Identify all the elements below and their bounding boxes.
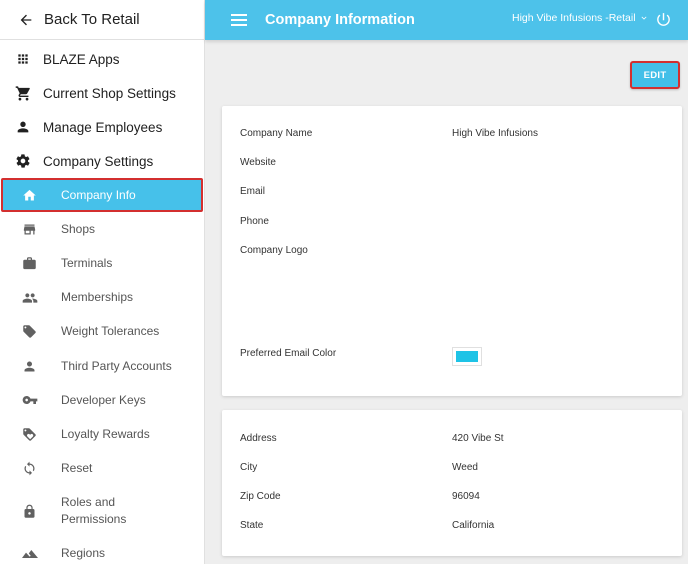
sidebar-item-label: Weight Tolerances (61, 324, 160, 339)
email-color-swatch[interactable] (452, 347, 482, 366)
sidebar-item-company-info[interactable]: Company Info (1, 178, 203, 213)
zip-code-value: 96094 (452, 491, 480, 502)
sidebar-item-label: Roles and Permissions (61, 495, 127, 527)
shop-selector[interactable]: High Vibe Infusions -Retail (512, 12, 649, 24)
sidebar-item-third-party-accounts[interactable]: Third Party Accounts (0, 349, 204, 383)
sidebar-item-blaze-apps[interactable]: BLAZE Apps (0, 42, 204, 76)
sidebar-item-developer-keys[interactable]: Developer Keys (0, 383, 204, 417)
sidebar-item-label: Memberships (61, 290, 134, 305)
shop-selector-label: High Vibe Infusions -Retail (512, 12, 636, 24)
sidebar-item-label: Shops (61, 221, 96, 236)
state-label: State (240, 520, 264, 531)
company-info-card: Company Name High Vibe Infusions Website… (222, 106, 682, 396)
home-icon (21, 187, 38, 204)
sidebar-item-regions[interactable]: Regions (0, 537, 204, 564)
loyalty-tag-icon (21, 426, 38, 443)
sidebar-item-weight-tolerances[interactable]: Weight Tolerances (0, 315, 204, 349)
sidebar-item-label: Regions (61, 546, 106, 561)
sidebar-item-current-shop-settings[interactable]: Current Shop Settings (0, 76, 204, 110)
sidebar-item-label: Third Party Accounts (61, 358, 172, 373)
email-color-fill (456, 351, 478, 362)
sidebar-item-terminals[interactable]: Terminals (0, 246, 204, 280)
company-name-value: High Vibe Infusions (452, 128, 538, 139)
sidebar-item-manage-employees[interactable]: Manage Employees (0, 110, 204, 144)
hamburger-menu-icon[interactable] (231, 14, 247, 26)
email-label: Email (240, 186, 266, 197)
person-icon (21, 358, 38, 375)
state-value: California (452, 520, 495, 531)
people-icon (21, 289, 38, 306)
page-title: Company Information (265, 12, 415, 28)
store-icon (21, 221, 38, 238)
sidebar-item-label: Reset (61, 461, 93, 476)
sidebar-item-label: Terminals (61, 255, 113, 270)
zip-code-label: Zip Code (240, 491, 281, 502)
lock-icon (21, 503, 38, 520)
briefcase-icon (21, 255, 38, 272)
top-app-bar: Company Information High Vibe Infusions … (205, 0, 688, 40)
sidebar-item-roles-and-permissions[interactable]: Roles and Permissions (0, 486, 204, 537)
sidebar: Back To Retail BLAZE Apps Current Shop S… (0, 0, 205, 564)
preferred-email-color-label: Preferred Email Color (240, 348, 337, 359)
sidebar-item-label: Company Settings (43, 153, 154, 169)
shopping-cart-icon (14, 84, 32, 102)
power-icon[interactable] (655, 11, 672, 28)
city-value: Weed (452, 462, 478, 473)
sidebar-item-label: Manage Employees (43, 119, 163, 135)
company-name-label: Company Name (240, 128, 313, 139)
back-to-retail-link[interactable]: Back To Retail (0, 0, 204, 40)
back-label: Back To Retail (44, 11, 140, 28)
terrain-icon (21, 545, 38, 562)
website-label: Website (240, 157, 276, 168)
sidebar-item-label: Current Shop Settings (43, 85, 176, 101)
sidebar-item-label: Company Info (61, 187, 136, 202)
phone-label: Phone (240, 216, 269, 227)
address-card: Address 420 Vibe St City Weed Zip Code 9… (222, 410, 682, 556)
sidebar-item-loyalty-rewards[interactable]: Loyalty Rewards (0, 417, 204, 451)
city-label: City (240, 462, 258, 473)
refresh-icon (21, 460, 38, 477)
person-icon (14, 118, 32, 136)
sidebar-item-company-settings[interactable]: Company Settings (0, 144, 204, 178)
gear-icon (14, 152, 32, 170)
company-logo-label: Company Logo (240, 245, 308, 256)
address-label: Address (240, 433, 277, 444)
apps-grid-icon (14, 50, 32, 68)
sidebar-item-reset[interactable]: Reset (0, 452, 204, 486)
sidebar-item-label: Loyalty Rewards (61, 426, 150, 441)
sidebar-item-label: Developer Keys (61, 392, 146, 407)
chevron-down-icon (641, 16, 647, 20)
address-value: 420 Vibe St (452, 433, 504, 444)
sidebar-item-shops[interactable]: Shops (0, 212, 204, 246)
arrow-left-icon (20, 14, 32, 25)
edit-button[interactable]: EDIT (630, 61, 680, 89)
key-icon (21, 392, 38, 409)
sidebar-item-memberships[interactable]: Memberships (0, 281, 204, 315)
sidebar-item-label: BLAZE Apps (43, 51, 120, 67)
tag-icon (21, 323, 38, 340)
